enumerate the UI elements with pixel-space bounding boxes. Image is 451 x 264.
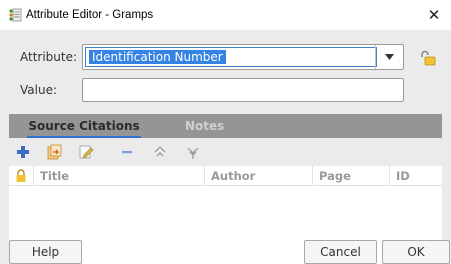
close-button[interactable]: ✕ bbox=[417, 0, 451, 30]
value-input[interactable] bbox=[82, 78, 404, 102]
title-bar: Attribute Editor - Gramps ✕ bbox=[0, 0, 451, 30]
tab-source-citations[interactable]: Source Citations bbox=[27, 114, 141, 138]
privacy-lock-icon[interactable] bbox=[419, 50, 437, 66]
move-up-icon[interactable] bbox=[152, 144, 168, 160]
gramps-app-icon bbox=[9, 8, 22, 22]
close-icon: ✕ bbox=[427, 6, 441, 24]
column-id[interactable]: ID bbox=[389, 166, 442, 186]
column-author[interactable]: Author bbox=[204, 166, 312, 186]
citations-toolbar bbox=[9, 138, 442, 166]
window-title: Attribute Editor - Gramps bbox=[26, 9, 154, 21]
value-label: Value: bbox=[20, 83, 57, 97]
lock-icon bbox=[16, 169, 26, 182]
chevron-down-icon bbox=[385, 54, 394, 60]
move-down-icon[interactable] bbox=[185, 144, 201, 160]
column-page[interactable]: Page bbox=[312, 166, 389, 186]
tab-notes[interactable]: Notes bbox=[185, 114, 224, 138]
table-header: Title Author Page ID bbox=[9, 166, 442, 186]
attribute-combobox[interactable]: Identification Number bbox=[82, 44, 404, 70]
cancel-button[interactable]: Cancel bbox=[304, 240, 377, 264]
add-icon[interactable] bbox=[15, 144, 31, 160]
help-button[interactable]: Help bbox=[9, 240, 82, 264]
tab-bar: Source Citations Notes bbox=[9, 114, 442, 138]
column-title[interactable]: Title bbox=[33, 166, 204, 186]
attribute-entry[interactable]: Identification Number bbox=[85, 47, 377, 67]
dialog-body: Attribute: Identification Number Value: … bbox=[0, 30, 451, 264]
edit-icon[interactable] bbox=[78, 144, 94, 160]
attribute-selected-text: Identification Number bbox=[89, 50, 226, 64]
share-existing-icon[interactable] bbox=[46, 144, 62, 160]
attribute-label: Attribute: bbox=[20, 50, 78, 64]
privacy-column-header[interactable] bbox=[9, 166, 33, 186]
ok-button[interactable]: OK bbox=[382, 240, 450, 264]
remove-icon[interactable] bbox=[119, 144, 135, 160]
attribute-dropdown-button[interactable] bbox=[375, 45, 403, 69]
